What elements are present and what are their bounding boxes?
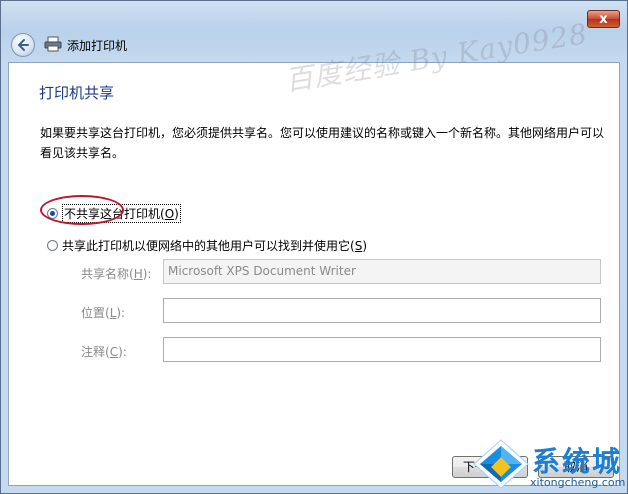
brand-url: xitongcheng.com [530,476,626,489]
page-description: 如果要共享这台打印机，您必须提供共享名。您可以使用建议的名称或键入一个新名称。其… [40,126,605,160]
close-button[interactable]: x [587,10,620,28]
brand-logo: 系统城 xitongcheng.com [470,436,626,492]
location-label: 位置(L): [81,306,126,320]
share-name-label: 共享名称(H): [81,267,152,281]
radio-share-label: 共享此打印机以便网络中的其他用户可以找到并使用它(S) [62,239,367,253]
brand-diamond-icon [473,439,529,489]
window-title: 添加打印机 [67,39,128,53]
brand-name: 系统城 [532,445,623,478]
red-circle-annotation [40,195,124,225]
comment-input[interactable] [163,337,601,362]
page-title: 打印机共享 [39,84,115,102]
location-input[interactable] [163,298,601,323]
radio-share-indicator[interactable] [47,240,58,251]
comment-label: 注释(C): [81,345,127,359]
close-icon: x [599,12,608,27]
share-name-input[interactable]: Microsoft XPS Document Writer [163,259,601,284]
back-button[interactable] [11,33,35,57]
radio-share[interactable]: 共享此打印机以便网络中的其他用户可以找到并使用它(S) [47,237,367,254]
printer-icon [44,36,62,52]
back-arrow-icon [17,39,29,51]
